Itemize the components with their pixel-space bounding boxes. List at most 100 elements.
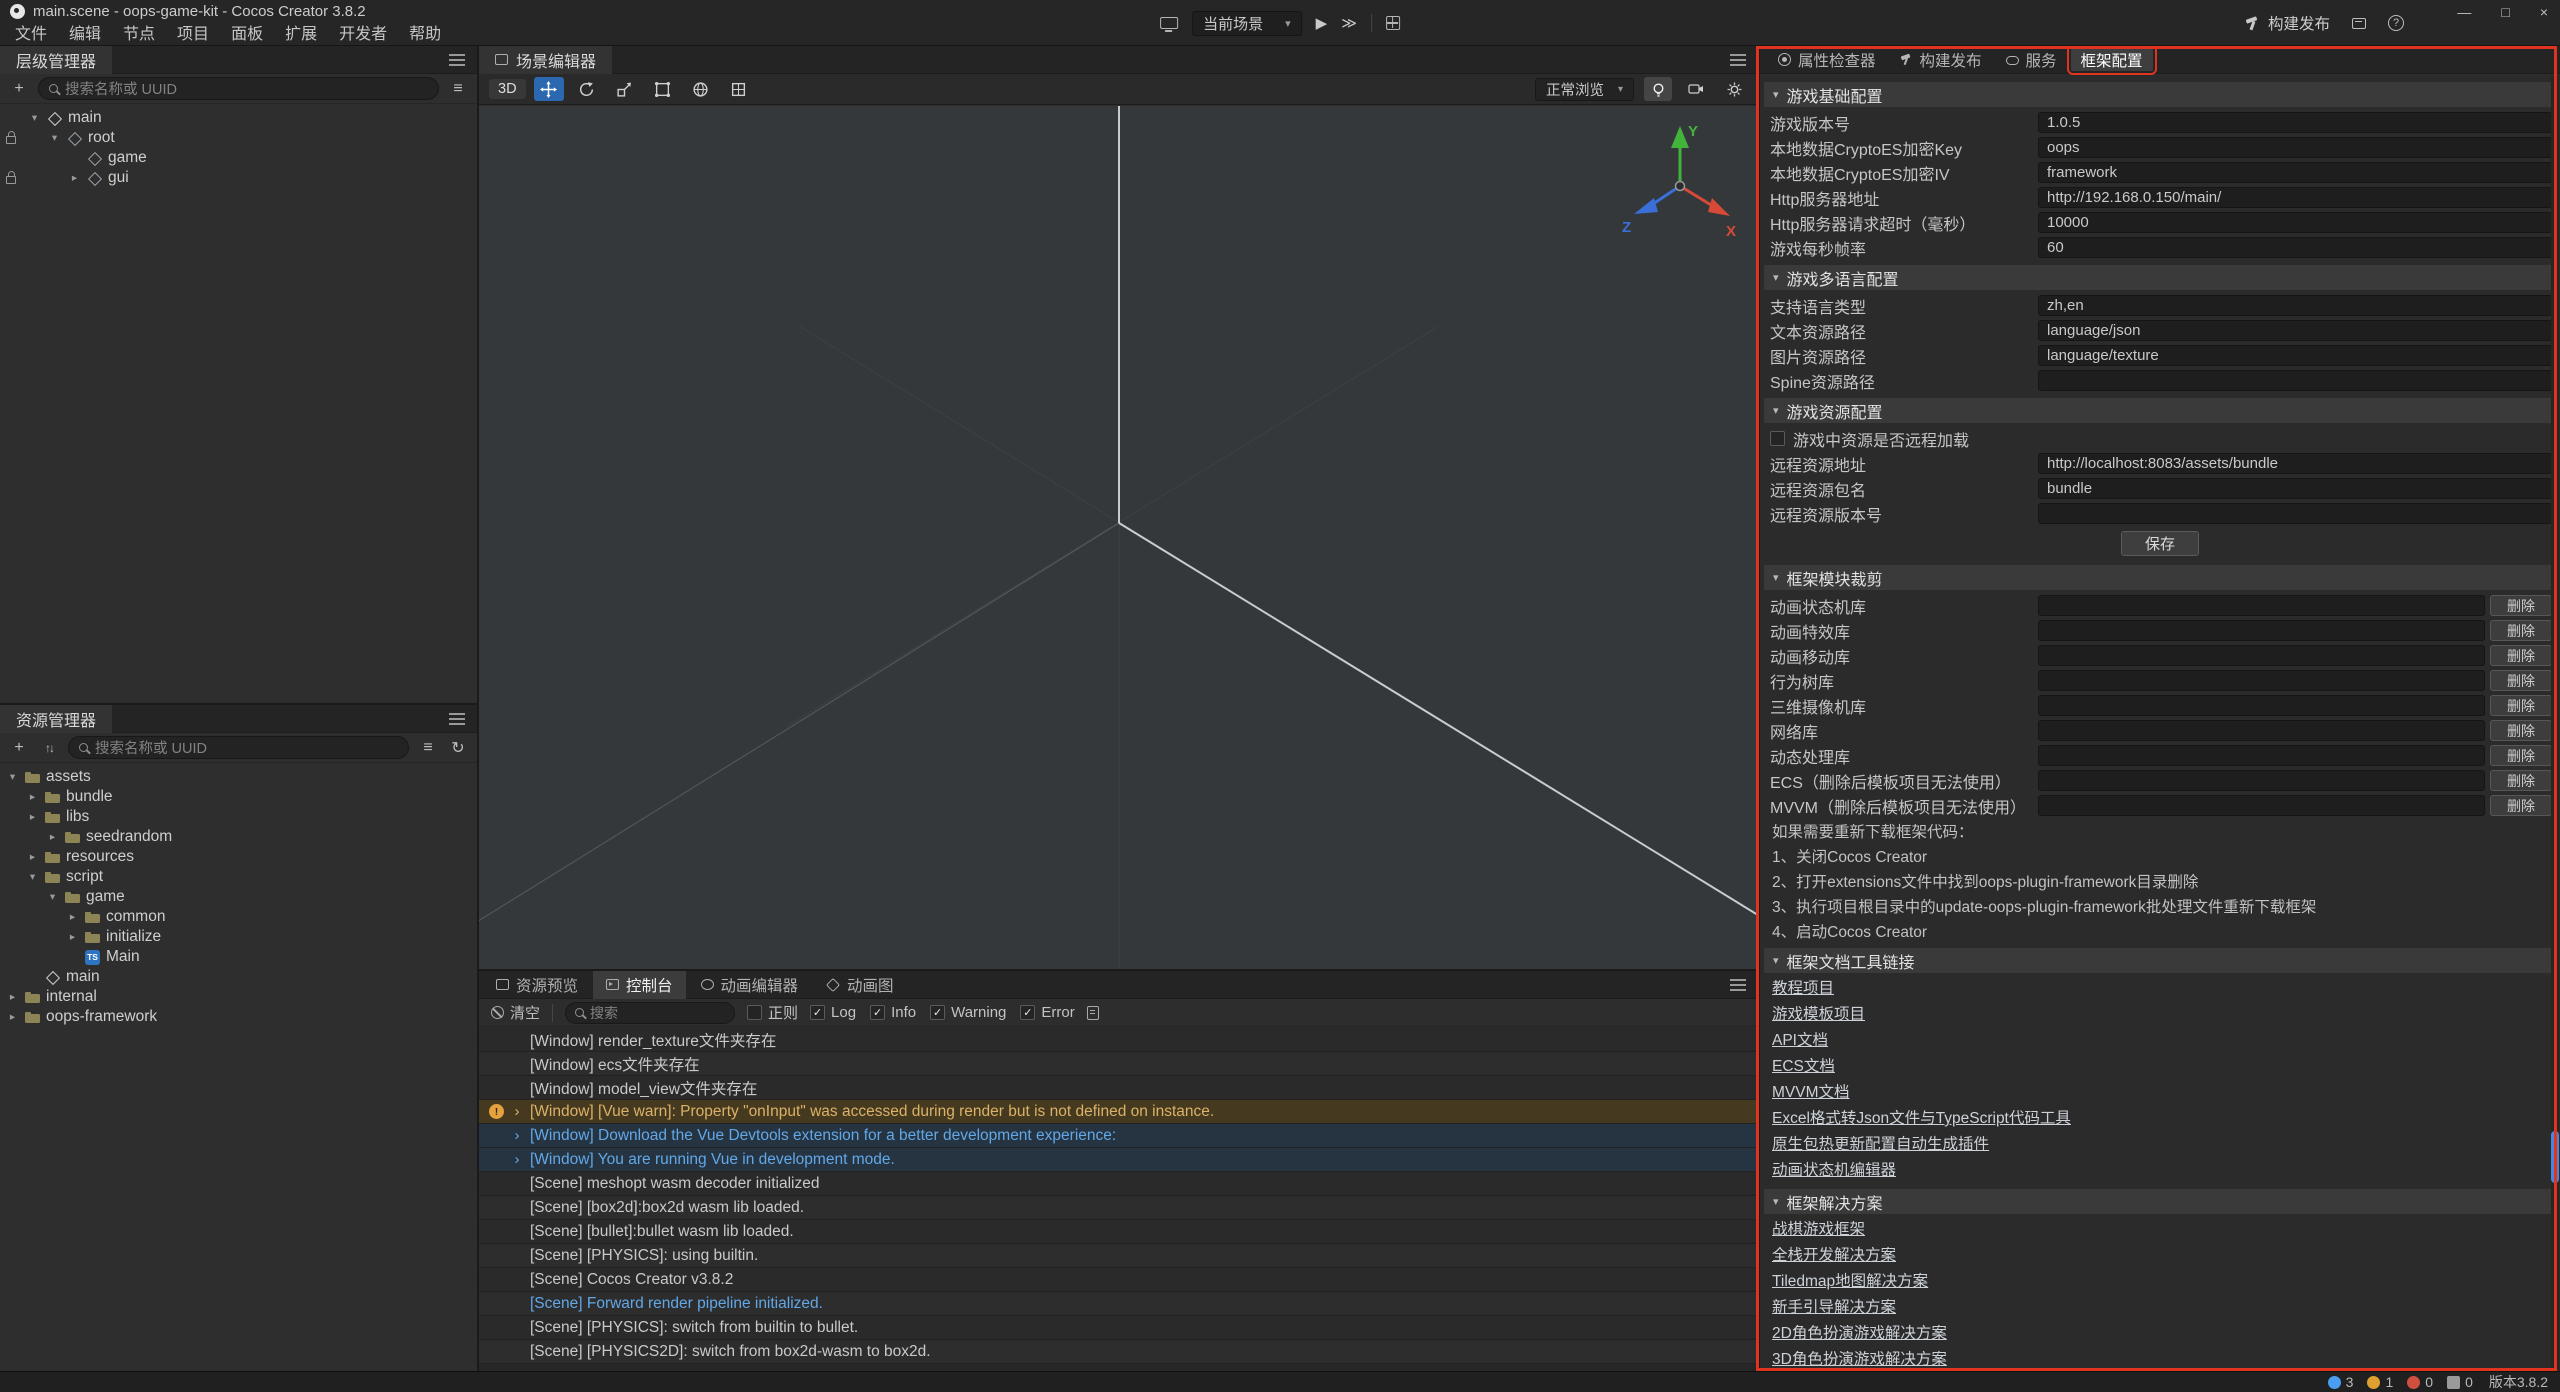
package-icon[interactable] <box>2352 18 2366 29</box>
doc-link[interactable]: ECS文档 <box>1760 1054 2560 1080</box>
module-field[interactable] <box>2038 745 2485 766</box>
section-header-game-base[interactable]: ▾ 游戏基础配置 <box>1764 82 2556 107</box>
console-panel-tab[interactable]: 动画图 <box>813 971 907 999</box>
remote-load-checkbox[interactable] <box>1770 431 1785 446</box>
module-field[interactable] <box>2038 770 2485 791</box>
asset-node-row[interactable]: ▸ oops-framework <box>0 1007 477 1027</box>
solution-link[interactable]: 全栈开发解决方案 <box>1760 1243 2560 1269</box>
asset-node-row[interactable]: ▸ common <box>0 907 477 927</box>
rect-tool-button[interactable] <box>648 77 678 101</box>
console-panel-tab[interactable]: 动画编辑器 <box>688 971 812 999</box>
field-input[interactable]: 1.0.5 <box>2038 112 2552 133</box>
copy-log-icon[interactable] <box>1087 1006 1099 1020</box>
field-input[interactable]: bundle <box>2038 478 2552 499</box>
close-button[interactable]: × <box>2540 5 2548 19</box>
help-icon[interactable]: ? <box>2388 15 2404 31</box>
asset-node-row[interactable]: main <box>0 967 477 987</box>
lighting-toggle-button[interactable] <box>1644 77 1672 101</box>
panel-menu-icon[interactable] <box>1730 59 1746 61</box>
console-log-row[interactable]: [Window] model_view文件夹存在 <box>479 1076 1758 1100</box>
play-button[interactable]: ▶ <box>1316 14 1328 32</box>
solution-link[interactable]: Tiledmap地图解决方案 <box>1760 1269 2560 1295</box>
refresh-icon[interactable]: ↻ <box>447 736 469 760</box>
log-expand-arrow-icon[interactable]: › <box>511 1103 523 1120</box>
inspector-scrollbar-thumb[interactable] <box>2551 1131 2559 1183</box>
menu-item[interactable]: 帮助 <box>398 23 452 46</box>
hierarchy-node-row[interactable]: ▾ main <box>0 108 477 128</box>
filter-checkbox[interactable] <box>1020 1005 1035 1020</box>
expand-arrow-icon[interactable]: ▾ <box>28 112 41 124</box>
minimize-button[interactable]: — <box>2457 5 2471 19</box>
menu-item[interactable]: 扩展 <box>274 23 328 46</box>
menu-item[interactable]: 项目 <box>166 23 220 46</box>
expand-arrow-icon[interactable]: ▸ <box>6 1011 19 1023</box>
world-pivot-button[interactable] <box>686 77 716 101</box>
asset-node-row[interactable]: ▸ bundle <box>0 787 477 807</box>
expand-arrow-icon[interactable]: ▸ <box>46 831 59 843</box>
delete-module-button[interactable]: 删除 <box>2490 770 2552 791</box>
console-log-row[interactable]: [Scene] meshopt wasm decoder initialized <box>479 1172 1758 1196</box>
expand-arrow-icon[interactable]: ▾ <box>48 132 61 144</box>
expand-arrow-icon[interactable]: ▾ <box>6 771 19 783</box>
menu-item[interactable]: 面板 <box>220 23 274 46</box>
console-log-row[interactable]: [Scene] [PHYSICS2D]: switch from box2d-w… <box>479 1340 1758 1364</box>
doc-link[interactable]: API文档 <box>1760 1028 2560 1054</box>
expand-arrow-icon[interactable]: ▸ <box>26 811 39 823</box>
scale-tool-button[interactable] <box>610 77 640 101</box>
asset-node-row[interactable]: ▸ libs <box>0 807 477 827</box>
field-input[interactable]: 10000 <box>2038 212 2552 233</box>
field-input[interactable]: language/json <box>2038 320 2552 341</box>
inspector-tab[interactable]: 构建发布 <box>1890 48 1992 71</box>
panel-menu-icon[interactable] <box>449 59 465 61</box>
delete-module-button[interactable]: 删除 <box>2490 620 2552 641</box>
regex-checkbox[interactable] <box>747 1005 762 1020</box>
scene-select-dropdown[interactable]: 当前场景 ▾ <box>1192 11 1302 36</box>
inspector-tab[interactable]: 框架配置 <box>2071 48 2153 71</box>
clear-console-button[interactable]: 清空 <box>491 1002 540 1023</box>
menu-item[interactable]: 文件 <box>4 23 58 46</box>
expand-arrow-icon[interactable]: ▸ <box>66 931 79 943</box>
panel-menu-icon[interactable] <box>1730 984 1746 986</box>
scene-viewport[interactable]: Y X Z <box>479 106 1758 969</box>
menu-item[interactable]: 编辑 <box>58 23 112 46</box>
expand-arrow-icon[interactable]: ▸ <box>6 991 19 1003</box>
console-log-row[interactable]: [Scene] [box2d]:box2d wasm lib loaded. <box>479 1196 1758 1220</box>
move-tool-button[interactable] <box>534 77 564 101</box>
assets-panel-tab[interactable]: 资源管理器 <box>0 705 112 733</box>
delete-module-button[interactable]: 删除 <box>2490 595 2552 616</box>
inspector-tab[interactable]: 属性检查器 <box>1768 48 1886 71</box>
filter-checkbox[interactable] <box>810 1005 825 1020</box>
solution-link[interactable]: 3D角色扮演游戏解决方案 <box>1760 1347 2560 1371</box>
solution-link[interactable]: 2D角色扮演游戏解决方案 <box>1760 1321 2560 1347</box>
doc-link[interactable]: 原生包热更新配置自动生成插件 <box>1760 1132 2560 1158</box>
menu-item[interactable]: 节点 <box>112 23 166 46</box>
expand-arrow-icon[interactable]: ▾ <box>26 871 39 883</box>
rotate-tool-button[interactable] <box>572 77 602 101</box>
delete-module-button[interactable]: 删除 <box>2490 645 2552 666</box>
field-input[interactable] <box>2038 503 2552 524</box>
create-asset-button[interactable]: + <box>8 736 30 760</box>
field-input[interactable]: zh,en <box>2038 295 2552 316</box>
filter-icon[interactable]: ≡ <box>417 736 439 760</box>
step-button[interactable]: ≫ <box>1341 14 1357 32</box>
hierarchy-node-row[interactable]: game <box>0 148 477 168</box>
snap-tool-button[interactable] <box>724 77 754 101</box>
doc-link[interactable]: 游戏模板项目 <box>1760 1002 2560 1028</box>
log-expand-arrow-icon[interactable]: › <box>511 1127 523 1144</box>
menu-item[interactable]: 开发者 <box>328 23 398 46</box>
doc-link[interactable]: 动画状态机编辑器 <box>1760 1158 2560 1184</box>
hierarchy-node-row[interactable]: ▾ root <box>0 128 477 148</box>
delete-module-button[interactable]: 删除 <box>2490 745 2552 766</box>
console-panel-tab[interactable]: 控制台 <box>593 971 686 999</box>
asset-node-row[interactable]: Main <box>0 947 477 967</box>
lock-icon[interactable] <box>6 176 16 184</box>
doc-link[interactable]: Excel格式转Json文件与TypeScript代码工具 <box>1760 1106 2560 1132</box>
filter-icon[interactable]: ≡ <box>447 77 469 101</box>
console-log-row[interactable]: [Scene] [PHYSICS]: switch from builtin t… <box>479 1316 1758 1340</box>
module-field[interactable] <box>2038 720 2485 741</box>
asset-node-row[interactable]: ▸ internal <box>0 987 477 1007</box>
hierarchy-node-row[interactable]: ▸ gui <box>0 168 477 188</box>
console-log-row[interactable]: ! › [Window] [Vue warn]: Property "onInp… <box>479 1100 1758 1124</box>
console-log-row[interactable]: [Scene] Forward render pipeline initiali… <box>479 1292 1758 1316</box>
message-count-item[interactable]: 0 <box>2447 1374 2473 1390</box>
